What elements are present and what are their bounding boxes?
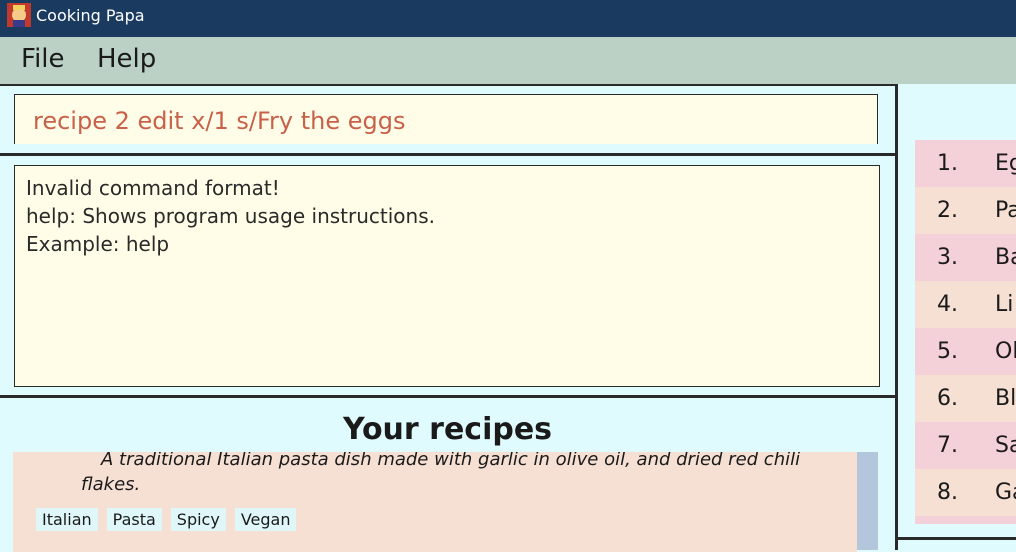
menu-help[interactable]: Help: [97, 44, 156, 74]
result-line: Invalid command format!: [26, 176, 280, 200]
recipe-tags: Italian Pasta Spicy Vegan: [36, 508, 305, 531]
item-number: 5.: [937, 339, 958, 364]
result-line: Example: help: [26, 232, 170, 256]
item-name: Sa: [995, 433, 1016, 458]
item-number: 6.: [937, 386, 958, 411]
menu-bar: File Help: [0, 37, 1016, 86]
result-area: Invalid command format! help: Shows prog…: [0, 156, 895, 398]
ingredient-panel: 1. Eg 2. Pa 3. Ba 4. Li 5. Ol 6. Bl 7. Sa 8. Ga: [895, 84, 1016, 550]
recipe-list-scrollbar[interactable]: [857, 452, 878, 550]
title-bar: Cooking Papa: [0, 0, 1016, 37]
list-item[interactable]: 4. Li: [915, 281, 1016, 328]
recipe-description: A traditional Italian pasta dish made wi…: [81, 452, 801, 495]
list-item[interactable]: 8. Ga: [915, 469, 1016, 516]
item-number: 8.: [937, 480, 958, 505]
recipe-card[interactable]: A traditional Italian pasta dish made wi…: [13, 452, 857, 552]
tag: Pasta: [106, 508, 162, 531]
command-area: recipe 2 edit x/1 s/Fry the eggs: [0, 86, 895, 156]
command-text[interactable]: recipe 2 edit x/1 s/Fry the eggs: [33, 107, 406, 135]
item-number: 7.: [937, 433, 958, 458]
item-number: 2.: [937, 198, 958, 223]
main-panel: recipe 2 edit x/1 s/Fry the eggs Invalid…: [0, 86, 895, 552]
result-line: help: Shows program usage instructions.: [26, 204, 435, 228]
command-input[interactable]: recipe 2 edit x/1 s/Fry the eggs: [14, 94, 878, 144]
item-number: 4.: [937, 292, 958, 317]
tag: Vegan: [234, 508, 297, 531]
tag: Spicy: [170, 508, 226, 531]
ingredient-list: 1. Eg 2. Pa 3. Ba 4. Li 5. Ol 6. Bl 7. Sa 8. Ga: [915, 140, 1016, 524]
menu-file[interactable]: File: [21, 44, 65, 74]
panel-divider: [898, 537, 1016, 540]
list-item[interactable]: 6. Bl: [915, 375, 1016, 422]
item-number: 1.: [937, 151, 958, 176]
item-name: Ga: [995, 480, 1016, 505]
list-item[interactable]: 2. Pa: [915, 187, 1016, 234]
item-name: Ol: [995, 339, 1016, 364]
recipes-heading: Your recipes: [342, 412, 553, 447]
window-title: Cooking Papa: [36, 6, 145, 25]
item-name: Ba: [995, 245, 1016, 270]
item-name: Bl: [995, 386, 1016, 411]
tag: Italian: [36, 508, 98, 531]
chef-icon: [7, 3, 31, 27]
item-name: Pa: [995, 198, 1016, 223]
list-item[interactable]: 7. Sa: [915, 422, 1016, 469]
recipe-list-panel: Your recipes A traditional Italian pasta…: [0, 398, 895, 552]
item-number: 3.: [937, 245, 958, 270]
result-display: Invalid command format! help: Shows prog…: [14, 165, 880, 387]
list-item[interactable]: 1. Eg: [915, 140, 1016, 187]
list-item[interactable]: 5. Ol: [915, 328, 1016, 375]
item-name: Li: [995, 292, 1014, 317]
list-item[interactable]: 3. Ba: [915, 234, 1016, 281]
item-name: Eg: [995, 151, 1016, 176]
